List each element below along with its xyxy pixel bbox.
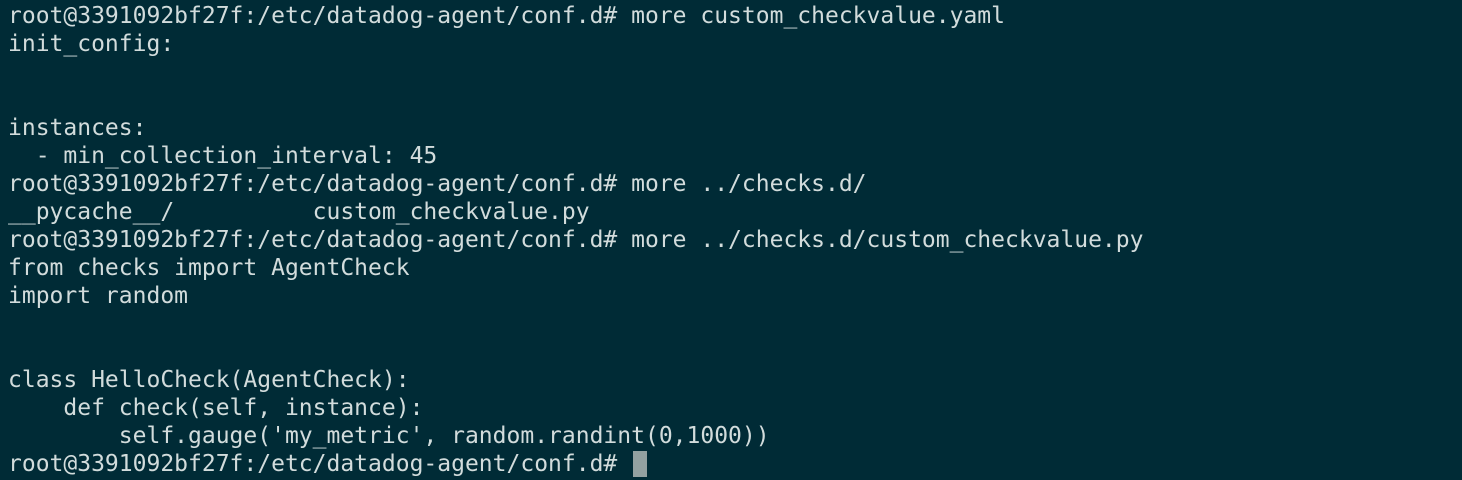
terminal-line: __pycache__/ custom_checkvalue.py (8, 199, 590, 225)
terminal-line: from checks import AgentCheck (8, 255, 410, 281)
terminal-line: instances: (8, 115, 147, 141)
terminal-line: root@3391092bf27f:/etc/datadog-agent/con… (8, 3, 1005, 29)
terminal-line: import random (8, 283, 189, 309)
terminal-prompt: root@3391092bf27f:/etc/datadog-agent/con… (8, 451, 632, 477)
terminal-line: init_config: (8, 31, 175, 57)
terminal-line: def check(self, instance): (8, 395, 424, 421)
terminal-window[interactable]: root@3391092bf27f:/etc/datadog-agent/con… (0, 0, 1462, 480)
terminal-line: class HelloCheck(AgentCheck): (8, 367, 410, 393)
terminal-line: root@3391092bf27f:/etc/datadog-agent/con… (8, 171, 867, 197)
terminal-line: root@3391092bf27f:/etc/datadog-agent/con… (8, 227, 1144, 253)
text-cursor (633, 451, 648, 477)
terminal-prompt-line[interactable]: root@3391092bf27f:/etc/datadog-agent/con… (8, 450, 1462, 478)
terminal-line: self.gauge('my_metric', random.randint(0… (8, 423, 770, 449)
terminal-line: - min_collection_interval: 45 (8, 143, 438, 169)
